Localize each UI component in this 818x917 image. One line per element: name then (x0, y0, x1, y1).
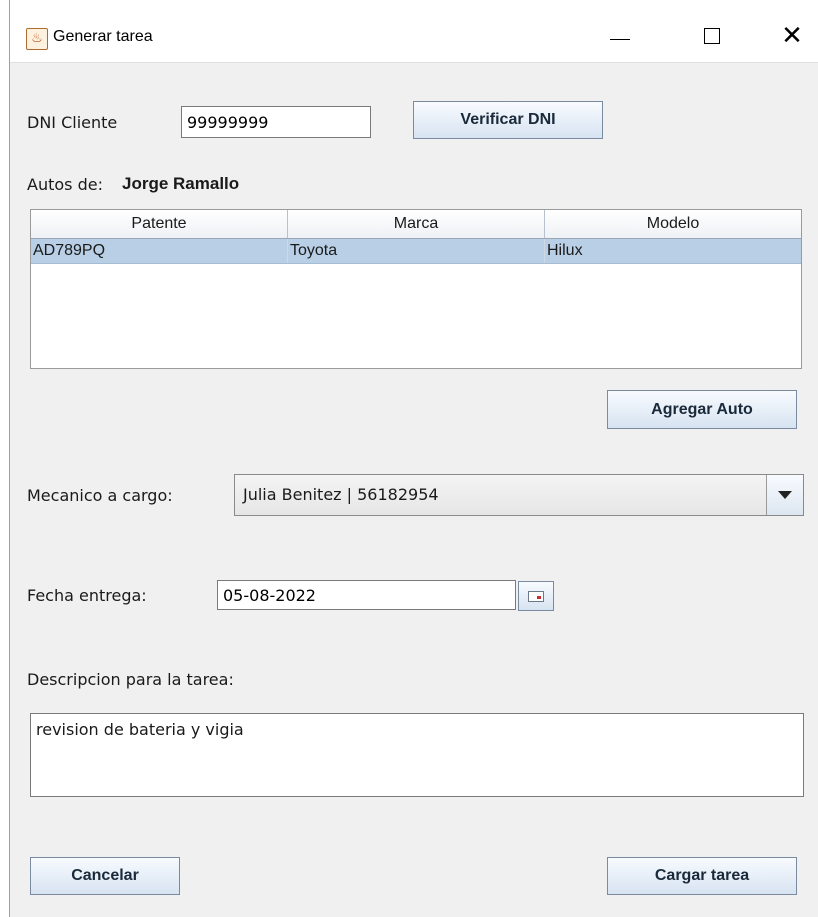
agregar-auto-button[interactable]: Agregar Auto (607, 390, 797, 429)
mecanico-selected-value: Julia Benitez | 56182954 (243, 485, 439, 504)
table-row[interactable]: AD789PQ Toyota Hilux (31, 239, 801, 264)
calendar-icon (528, 590, 544, 602)
mecanico-dropdown-button[interactable] (766, 475, 803, 515)
close-icon: ✕ (781, 21, 803, 51)
minimize-button[interactable] (590, 14, 650, 58)
java-app-icon: ♨ (26, 28, 48, 50)
autos-table-header: Patente Marca Modelo (31, 210, 801, 239)
date-picker-button[interactable] (518, 581, 554, 611)
column-header-patente[interactable]: Patente (31, 210, 288, 238)
dni-input[interactable]: 99999999 (181, 106, 371, 138)
cancelar-button[interactable]: Cancelar (30, 857, 180, 895)
cell-patente: AD789PQ (31, 239, 288, 263)
generar-tarea-window: ♨ Generar tarea ✕ DNI Cliente 99999999 V… (9, 0, 818, 917)
dni-label: DNI Cliente (27, 113, 118, 132)
maximize-button[interactable] (682, 14, 742, 58)
mecanico-label: Mecanico a cargo: (27, 486, 173, 505)
cell-modelo: Hilux (547, 242, 583, 259)
autos-table[interactable]: Patente Marca Modelo AD789PQ Toyota Hilu… (30, 209, 802, 369)
cell-marca: Toyota (288, 239, 545, 263)
verificar-dni-button[interactable]: Verificar DNI (413, 101, 603, 139)
close-button[interactable]: ✕ (762, 14, 818, 58)
window-title: Generar tarea (53, 28, 153, 45)
maximize-icon (704, 28, 720, 44)
descripcion-textarea[interactable]: revision de bateria y vigia (30, 713, 804, 797)
autos-owner-name: Jorge Ramallo (122, 174, 240, 193)
column-header-marca[interactable]: Marca (288, 210, 545, 238)
title-bar[interactable]: ♨ Generar tarea ✕ (10, 0, 818, 63)
autos-de-label: Autos de: (27, 175, 103, 194)
descripcion-label: Descripcion para la tarea: (27, 670, 234, 689)
fecha-entrega-label: Fecha entrega: (27, 586, 147, 605)
minimize-icon (610, 38, 630, 40)
column-header-modelo[interactable]: Modelo (545, 210, 801, 238)
cargar-tarea-button[interactable]: Cargar tarea (607, 857, 797, 895)
mecanico-select[interactable]: Julia Benitez | 56182954 (234, 474, 804, 516)
chevron-down-icon (778, 491, 792, 499)
fecha-entrega-input[interactable]: 05-08-2022 (217, 580, 516, 610)
